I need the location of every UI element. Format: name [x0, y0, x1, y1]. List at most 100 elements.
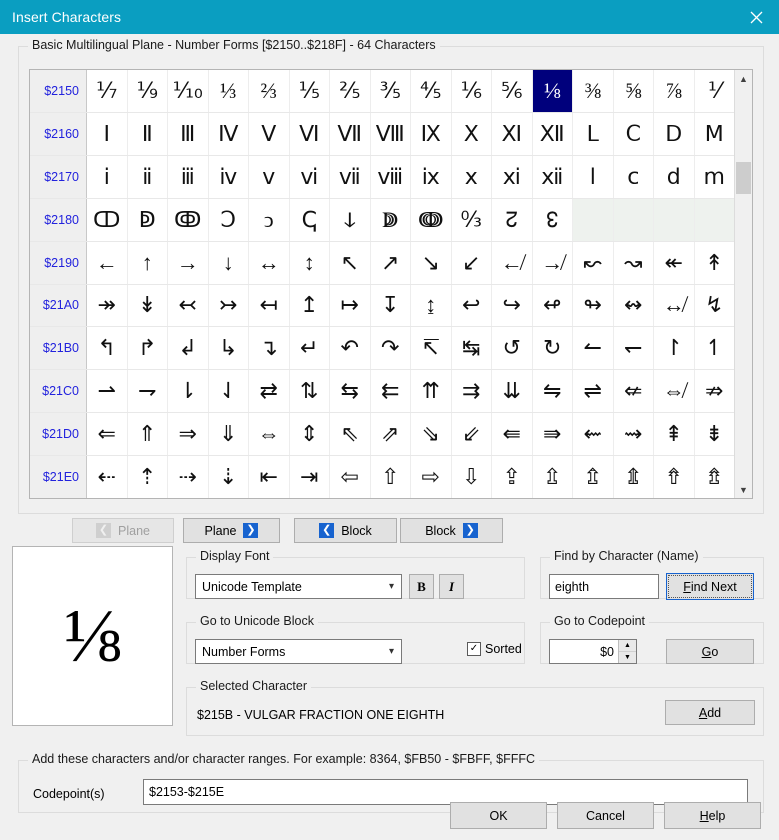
stepper-arrows[interactable]: ▲ ▼: [618, 640, 636, 663]
character-cell[interactable]: ↕: [290, 241, 330, 284]
character-cell[interactable]: ↡: [128, 284, 168, 327]
character-cell[interactable]: Ⅹ: [452, 112, 492, 155]
character-cell[interactable]: Ⅺ: [492, 112, 533, 155]
character-cell[interactable]: ↄ: [249, 198, 290, 241]
scrollbar-thumb[interactable]: [736, 162, 751, 194]
character-cell[interactable]: ⅴ: [249, 155, 290, 198]
character-cell[interactable]: ⇟: [695, 413, 735, 455]
character-cell[interactable]: Ⅸ: [411, 112, 452, 155]
character-cell[interactable]: ↗: [371, 241, 411, 284]
character-cell[interactable]: ↢: [168, 284, 209, 327]
character-cell[interactable]: ⇗: [371, 413, 411, 456]
character-cell[interactable]: ⇑: [128, 413, 168, 456]
character-cell[interactable]: ↓: [209, 241, 249, 284]
character-cell[interactable]: ⇅: [290, 370, 330, 413]
character-cell[interactable]: ⅼ: [573, 155, 614, 198]
character-cell[interactable]: ⅔: [249, 70, 290, 112]
codepoint-stepper[interactable]: $0 ▲ ▼: [549, 639, 637, 664]
character-cell[interactable]: ⅿ: [695, 156, 735, 198]
character-cell[interactable]: ⅕: [290, 70, 330, 112]
character-cell[interactable]: ↁ: [128, 198, 168, 241]
block-prev-button[interactable]: ❮ Block: [294, 518, 397, 543]
character-cell[interactable]: ⅲ: [168, 155, 209, 198]
character-cell[interactable]: ⇌: [573, 370, 614, 413]
character-cell[interactable]: ⅻ: [533, 155, 573, 198]
character-cell[interactable]: ⅒: [168, 70, 209, 112]
character-cell[interactable]: ↪: [492, 284, 533, 327]
character-cell[interactable]: ⇔: [249, 413, 290, 456]
character-cell[interactable]: ↦: [330, 284, 371, 327]
sorted-checkbox[interactable]: ✓ Sorted: [467, 642, 522, 656]
character-cell[interactable]: Ⅾ: [654, 112, 695, 155]
character-cell[interactable]: ↇ: [371, 198, 411, 241]
character-cell[interactable]: ↸: [411, 327, 452, 370]
italic-button[interactable]: I: [439, 574, 464, 599]
character-cell[interactable]: ⇡: [128, 456, 168, 498]
character-cell[interactable]: ↱: [128, 327, 168, 370]
character-cell[interactable]: ⇝: [614, 413, 654, 456]
character-cell[interactable]: ⇍: [614, 370, 654, 413]
character-cell[interactable]: ⇭: [614, 456, 654, 498]
character-cell[interactable]: Ⅰ: [87, 112, 128, 155]
character-cell[interactable]: ↬: [573, 284, 614, 327]
plane-prev-button[interactable]: ❮ Plane: [72, 518, 174, 543]
character-cell[interactable]: Ⅴ: [249, 112, 290, 155]
character-cell[interactable]: ⅐: [87, 70, 128, 112]
character-cell[interactable]: ⇉: [452, 370, 492, 413]
character-cell[interactable]: ↠: [87, 284, 128, 327]
character-cell[interactable]: Ⅽ: [614, 112, 654, 155]
character-cell[interactable]: ↚: [492, 241, 533, 284]
character-cell[interactable]: ⇫: [533, 456, 573, 498]
character-cell[interactable]: ⇬: [573, 456, 614, 498]
character-cell[interactable]: ↰: [87, 327, 128, 370]
go-button[interactable]: Go: [666, 639, 754, 664]
character-cell[interactable]: ⇀: [87, 370, 128, 413]
character-cell[interactable]: ⅛: [532, 70, 573, 112]
character-cell[interactable]: ⅜: [573, 70, 614, 112]
character-cell[interactable]: ⇨: [411, 456, 452, 498]
unicode-block-select[interactable]: Number Forms ▾: [195, 639, 402, 664]
find-input[interactable]: eighth: [549, 574, 659, 599]
character-cell[interactable]: ⅝: [614, 70, 654, 112]
character-cell[interactable]: ⇓: [209, 413, 249, 456]
character-cell[interactable]: ↉: [452, 198, 492, 241]
character-cell[interactable]: ⇚: [492, 413, 533, 456]
character-cell[interactable]: ⇙: [452, 413, 492, 456]
character-cell[interactable]: ⅵ: [290, 155, 330, 198]
character-cell[interactable]: ⅘: [411, 70, 452, 112]
character-cell[interactable]: ⇂: [168, 370, 209, 413]
character-cell[interactable]: ↅ: [290, 198, 330, 241]
character-cell[interactable]: ↟: [695, 242, 735, 284]
character-cell[interactable]: ↆ: [330, 198, 371, 241]
character-cell[interactable]: ⅓: [209, 70, 249, 112]
character-cell[interactable]: ⇣: [209, 456, 249, 498]
character-cell[interactable]: ⇠: [87, 456, 128, 498]
character-cell[interactable]: ⇢: [168, 456, 209, 498]
character-cell[interactable]: ↻: [533, 327, 573, 370]
character-cell[interactable]: ⇤: [249, 456, 290, 498]
character-cell[interactable]: ⅙: [452, 70, 492, 112]
character-cell[interactable]: ↀ: [87, 198, 128, 241]
character-cell[interactable]: ←: [87, 241, 128, 284]
character-cell[interactable]: ⇮: [654, 456, 695, 498]
character-cell[interactable]: ⇖: [330, 413, 371, 456]
character-cell[interactable]: ↹: [452, 327, 492, 370]
character-cell[interactable]: ↯: [695, 285, 735, 327]
character-cell[interactable]: ↛: [533, 241, 573, 284]
character-cell[interactable]: ↨: [411, 284, 452, 327]
character-cell[interactable]: ⇪: [492, 456, 533, 498]
character-cell[interactable]: ⅞: [654, 70, 695, 112]
character-cell[interactable]: ⇥: [290, 456, 330, 498]
character-cell[interactable]: ⅹ: [452, 155, 492, 198]
character-cell[interactable]: ↋: [533, 198, 573, 241]
codepoints-input[interactable]: $2153-$215E: [143, 779, 748, 805]
cancel-button[interactable]: Cancel: [557, 802, 654, 829]
character-cell[interactable]: ↷: [371, 327, 411, 370]
character-cell[interactable]: ↙: [452, 241, 492, 284]
character-cell[interactable]: Ↄ: [209, 198, 249, 241]
character-cell[interactable]: Ⅿ: [695, 113, 735, 155]
character-cell[interactable]: ⇄: [249, 370, 290, 413]
character-cell[interactable]: ⅾ: [654, 155, 695, 198]
character-cell[interactable]: ⅰ: [87, 155, 128, 198]
character-cell[interactable]: ↧: [371, 284, 411, 327]
